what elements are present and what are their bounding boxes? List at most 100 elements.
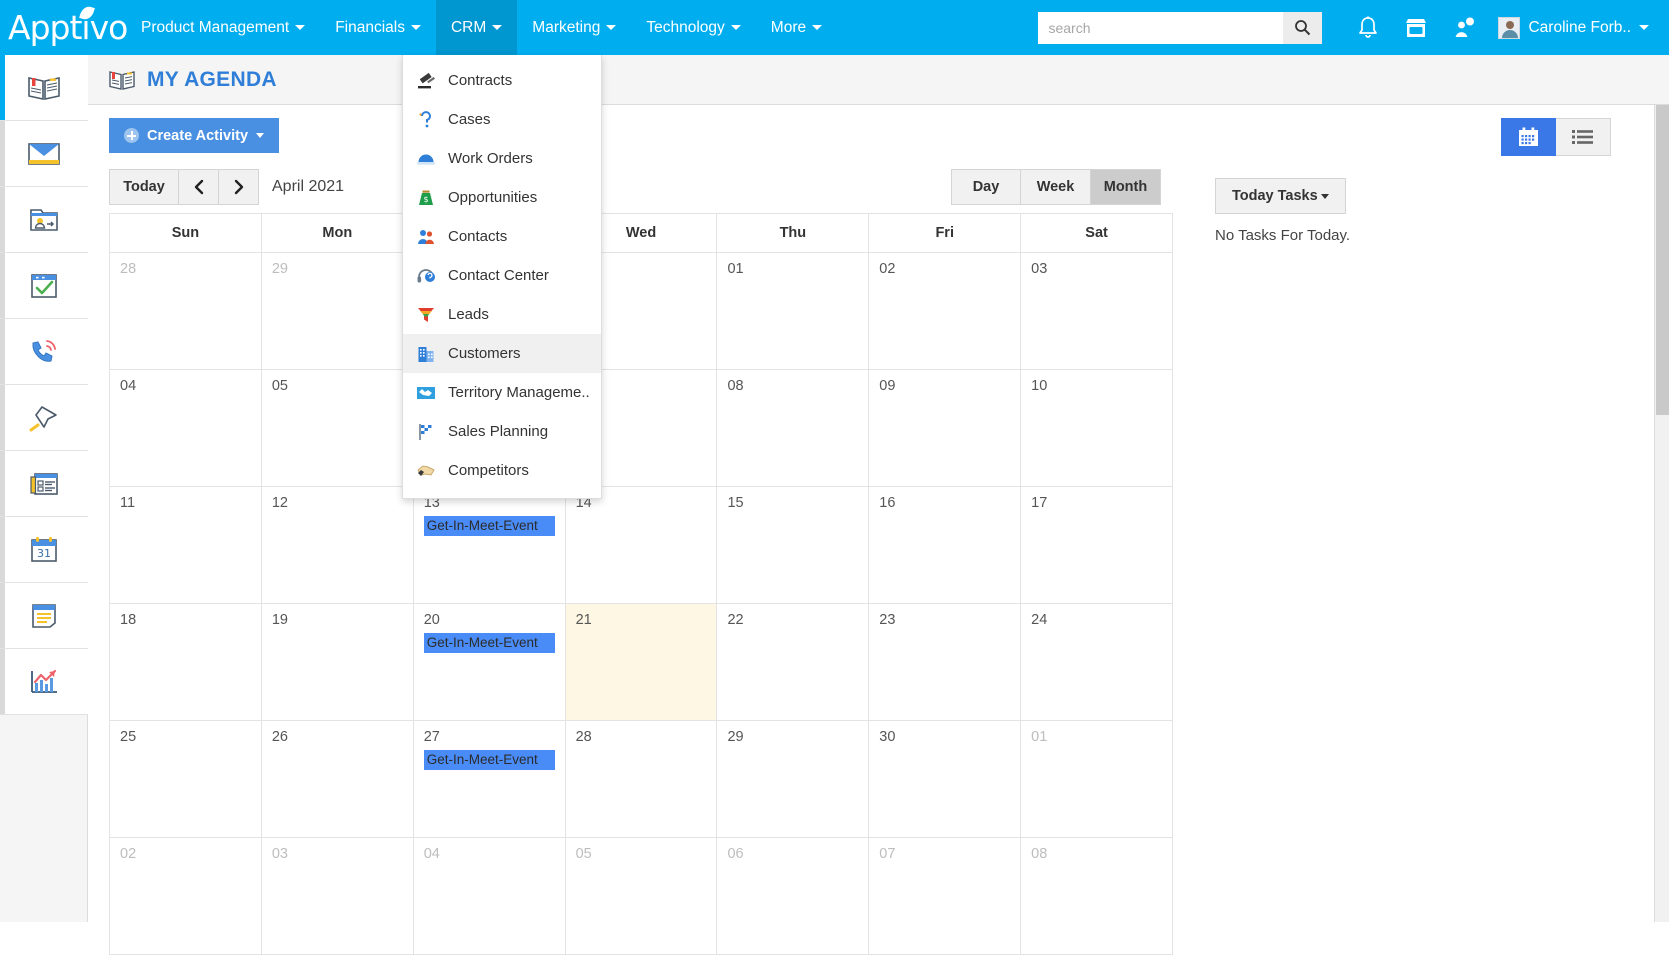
crm-menu-item-label: Opportunities [448, 189, 537, 206]
search-input[interactable] [1038, 12, 1283, 44]
create-activity-button[interactable]: Create Activity [109, 118, 279, 153]
calendar-day-cell[interactable]: 08 [1021, 838, 1173, 955]
nav-item-financials[interactable]: Financials [320, 0, 436, 55]
calendar-day-cell[interactable]: 14 [566, 487, 718, 604]
nav-item-crm[interactable]: CRM [436, 0, 517, 55]
calendar-day-cell[interactable]: 04 [110, 370, 262, 487]
calendar-day-cell[interactable]: 29 [262, 253, 414, 370]
calendar-day-cell[interactable]: 28 [566, 721, 718, 838]
crm-menu-item-territory-manageme[interactable]: Territory Manageme.. [403, 373, 601, 412]
crm-menu-item-contact-center[interactable]: Contact Center [403, 256, 601, 295]
calendar-day-cell[interactable]: 27Get-In-Meet-Event [414, 721, 566, 838]
user-menu[interactable]: Caroline Forb.. [1488, 17, 1655, 39]
chat-button[interactable] [1440, 0, 1488, 55]
calendar-day-cell[interactable]: 03 [262, 838, 414, 955]
crm-menu-item-contacts[interactable]: Contacts [403, 217, 601, 256]
news-article-icon [28, 470, 60, 498]
calendar-day-cell[interactable]: 24 [1021, 604, 1173, 721]
calendar-day-cell[interactable]: 25 [110, 721, 262, 838]
calendar-day-cell[interactable]: 01 [1021, 721, 1173, 838]
calendar-day-cell[interactable]: 03 [1021, 253, 1173, 370]
calendar-day-cell[interactable]: 19 [262, 604, 414, 721]
sidebar-item-notes[interactable] [0, 583, 88, 649]
calendar-day-cell[interactable]: 08 [717, 370, 869, 487]
calendar-day-cell[interactable]: 22 [717, 604, 869, 721]
prev-month-button[interactable] [179, 169, 219, 205]
marketplace-button[interactable] [1392, 0, 1440, 55]
sidebar-item-calendar[interactable]: 31 [0, 517, 88, 583]
calendar-view-button[interactable] [1501, 118, 1556, 156]
calendar-day-cell[interactable]: 16 [869, 487, 1021, 604]
apptivo-logo[interactable]: Apptivo [8, 0, 126, 55]
calendar-day-cell[interactable]: 02 [869, 253, 1021, 370]
building-icon [416, 344, 436, 364]
funnel-icon [416, 305, 436, 325]
calendar-day-cell[interactable]: 11 [110, 487, 262, 604]
calendar-event[interactable]: Get-In-Meet-Event [424, 750, 555, 770]
gavel-icon [416, 71, 436, 91]
sidebar-item-email[interactable] [0, 121, 88, 187]
calendar-day-cell[interactable]: 05 [566, 838, 718, 955]
calendar-event[interactable]: Get-In-Meet-Event [424, 516, 555, 536]
crm-menu-item-opportunities[interactable]: $Opportunities [403, 178, 601, 217]
view-button-week[interactable]: Week [1021, 169, 1091, 205]
calendar-day-cell-today[interactable]: 21 [566, 604, 718, 721]
calendar-day-cell[interactable]: 30 [869, 721, 1021, 838]
sidebar-item-reports[interactable] [0, 649, 88, 715]
nav-item-label: Financials [335, 19, 405, 37]
next-month-button[interactable] [219, 169, 259, 205]
calendar-day-cell[interactable]: 01 [717, 253, 869, 370]
sidebar-item-calls[interactable] [0, 319, 88, 385]
calendar-day-cell[interactable]: 28 [110, 253, 262, 370]
crm-menu-item-cases[interactable]: Cases [403, 100, 601, 139]
calendar-day-cell[interactable]: 15 [717, 487, 869, 604]
today-button[interactable]: Today [109, 169, 179, 205]
calendar-day-cell[interactable]: 29 [717, 721, 869, 838]
calendar-day-cell[interactable]: 18 [110, 604, 262, 721]
crm-menu-item-customers[interactable]: Customers [403, 334, 601, 373]
calendar-day-cell[interactable]: 02 [110, 838, 262, 955]
view-button-day[interactable]: Day [951, 169, 1021, 205]
open-book-icon [27, 73, 61, 103]
notifications-button[interactable] [1344, 0, 1392, 55]
calendar-day-cell[interactable]: 10 [1021, 370, 1173, 487]
calendar-day-cell[interactable]: 17 [1021, 487, 1173, 604]
search-icon [1294, 19, 1311, 36]
crm-menu-item-sales-planning[interactable]: Sales Planning [403, 412, 601, 451]
calendar-event[interactable]: Get-In-Meet-Event [424, 633, 555, 653]
calendar-day-cell[interactable]: 07 [869, 838, 1021, 955]
sidebar-item-tasks[interactable] [0, 253, 88, 319]
nav-item-marketing[interactable]: Marketing [517, 0, 631, 55]
crm-menu-item-work-orders[interactable]: Work Orders [403, 139, 601, 178]
calendar-day-cell[interactable]: 23 [869, 604, 1021, 721]
envelope-icon [27, 140, 61, 168]
calendar-day-cell[interactable]: 05 [262, 370, 414, 487]
crm-menu-item-contracts[interactable]: Contracts [403, 61, 601, 100]
vertical-scrollbar[interactable] [1654, 105, 1669, 922]
nav-item-more[interactable]: More [756, 0, 837, 55]
calendar-day-cell[interactable]: 09 [869, 370, 1021, 487]
list-view-button[interactable] [1556, 118, 1611, 156]
sidebar-item-news[interactable] [0, 451, 88, 517]
scrollbar-thumb[interactable] [1656, 105, 1669, 415]
person-chat-icon [1452, 16, 1476, 40]
nav-item-technology[interactable]: Technology [631, 0, 755, 55]
calendar-day-cell[interactable]: 13Get-In-Meet-Event [414, 487, 566, 604]
calendar-day-cell[interactable]: 04 [414, 838, 566, 955]
calendar-day-cell[interactable]: 20Get-In-Meet-Event [414, 604, 566, 721]
calendar-day-cell[interactable]: 06 [717, 838, 869, 955]
today-tasks-button[interactable]: Today Tasks [1215, 178, 1346, 214]
view-button-month[interactable]: Month [1091, 169, 1161, 205]
sidebar-item-contacts-folder[interactable] [0, 187, 88, 253]
calendar-day-cell[interactable]: 26 [262, 721, 414, 838]
crm-menu-item-competitors[interactable]: Competitors [403, 451, 601, 490]
crm-menu-item-leads[interactable]: Leads [403, 295, 601, 334]
sidebar-item-pinned[interactable] [0, 385, 88, 451]
calendar-day-cell[interactable]: 12 [262, 487, 414, 604]
crm-menu-item-label: Work Orders [448, 150, 533, 167]
building-icon [415, 343, 437, 365]
nav-item-product-management[interactable]: Product Management [126, 0, 320, 55]
sidebar-item-agenda[interactable] [0, 55, 88, 121]
search-button[interactable] [1283, 12, 1322, 44]
chevron-down-icon [492, 25, 502, 30]
